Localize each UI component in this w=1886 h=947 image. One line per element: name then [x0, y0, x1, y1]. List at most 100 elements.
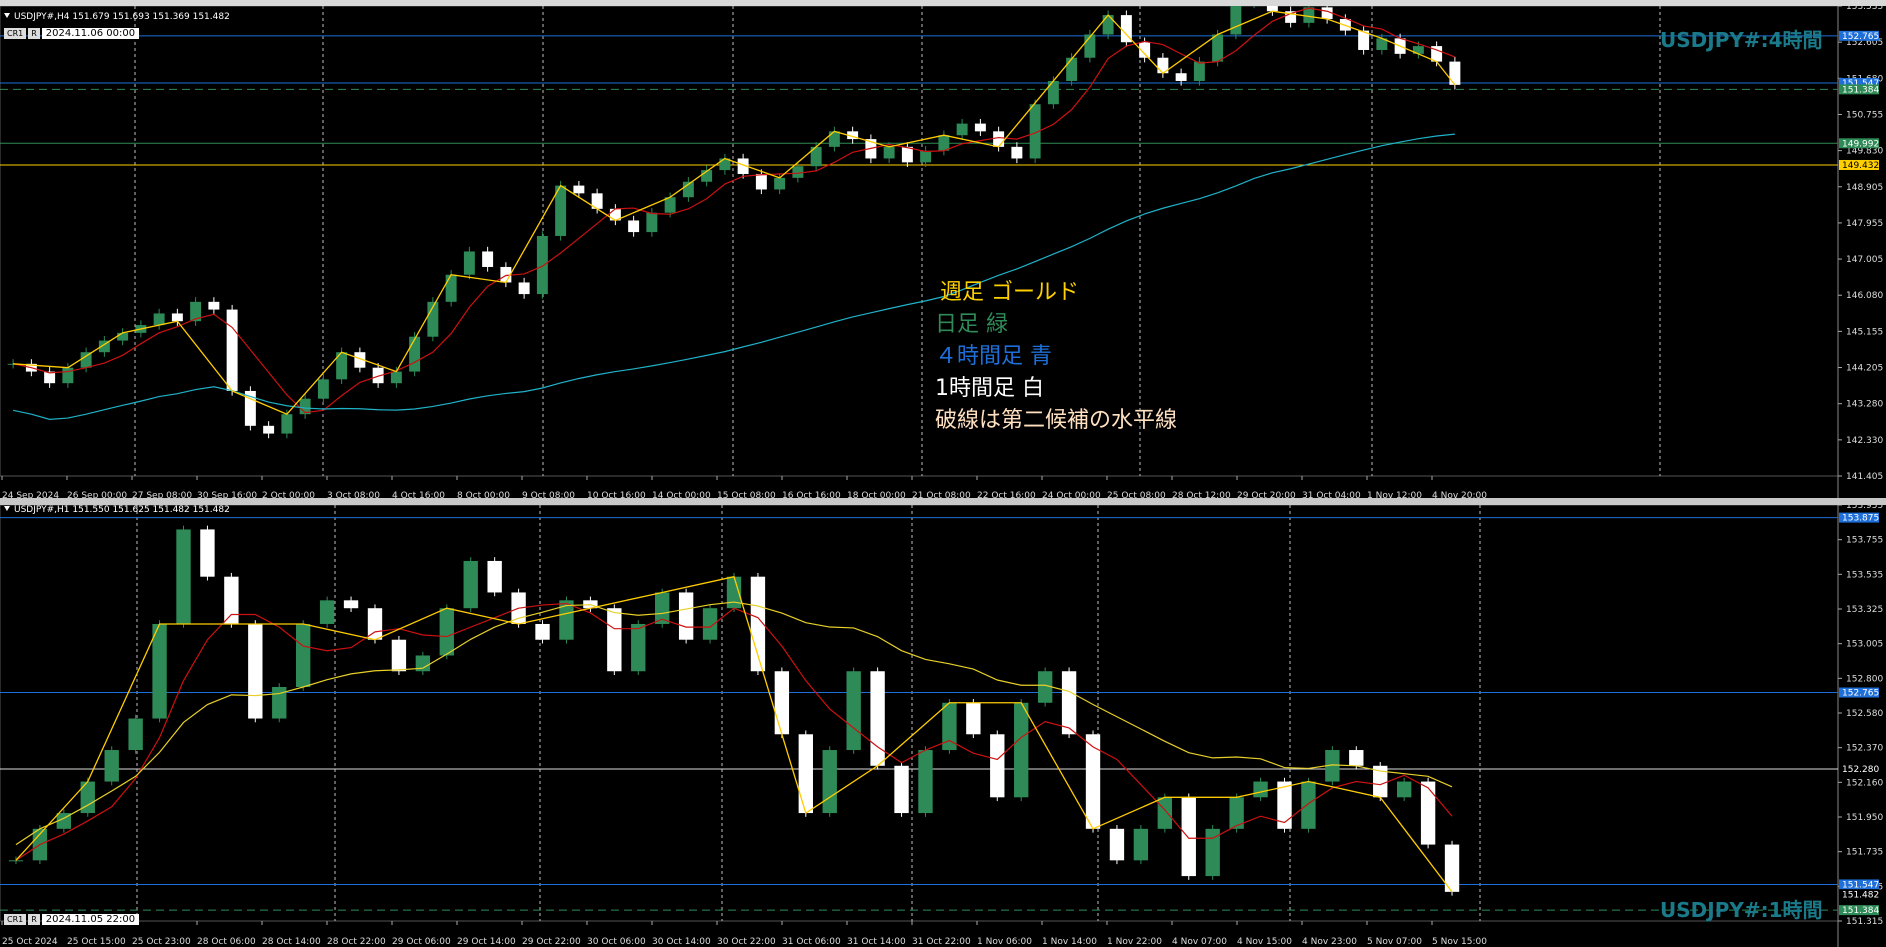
time-axis-label: 1 Nov 14:00: [1042, 937, 1097, 947]
candle-body: [8, 860, 24, 862]
price-tag-label: 151.384: [1842, 85, 1879, 95]
candle-body: [846, 671, 861, 751]
h1-chart-canvas[interactable]: 153.955 153.755 153.535 153.325 153.005 152.8…: [0, 505, 1886, 947]
price-tick-label: 151.735: [1846, 848, 1883, 858]
h4-toolbar: CR1 R 2024.11.06 00:00: [4, 28, 140, 39]
candle-body: [990, 734, 1005, 798]
time-axis-label: 25 Oct 15:00: [67, 937, 126, 947]
collapse-triangle-icon[interactable]: [4, 506, 10, 511]
candle-body: [1230, 6, 1242, 35]
candle-body: [1011, 146, 1023, 159]
price-tick-label: 148.905: [1846, 183, 1883, 193]
candle-body: [1133, 828, 1149, 861]
price-tick-label: 152.370: [1846, 744, 1883, 754]
collapse-triangle-icon[interactable]: [4, 13, 10, 18]
candle-body: [171, 313, 183, 322]
candle-body: [974, 123, 986, 132]
time-axis-label: 28 Oct 06:00: [197, 937, 256, 947]
candle-body: [938, 135, 950, 151]
candle-body: [152, 623, 167, 719]
candle-body: [1396, 781, 1412, 798]
time-axis-label: 29 Oct 22:00: [522, 937, 581, 947]
candle-body: [117, 332, 129, 341]
h4-symbol-label: USDJPY#:4時間: [1660, 28, 1823, 52]
candle-body: [918, 750, 933, 814]
price-tag-label: 152.765: [1842, 689, 1879, 699]
candle-body: [1301, 781, 1316, 829]
price-tag-label: 152.765: [1842, 32, 1879, 42]
price-tick-label: 153.755: [1846, 536, 1883, 546]
candle-body: [1420, 781, 1436, 845]
candle-body: [226, 309, 238, 391]
time-axis-label: 4 Nov 15:00: [1237, 937, 1292, 947]
candle-body: [1066, 57, 1078, 81]
h1-chart-header: USDJPY#,H1 151.550 151.625 151.482 151.4…: [4, 505, 230, 515]
price-tag-label: 151.547: [1842, 880, 1879, 890]
candle-body: [482, 251, 494, 267]
candle-body: [1349, 750, 1364, 766]
candle-body: [774, 177, 786, 190]
h1-r-button[interactable]: R: [28, 914, 40, 925]
candle-body: [993, 131, 1005, 147]
price-tick-label: 152.580: [1846, 709, 1883, 719]
h1-time-box[interactable]: 2024.11.05 22:00: [41, 914, 140, 925]
candle-body: [1266, 6, 1278, 12]
candle-body: [822, 750, 837, 814]
candle-body: [559, 600, 574, 640]
zigzag-line: [15, 575, 1453, 893]
legend-dashed-note: 破線は第二候補の水平線: [935, 408, 1178, 433]
candle-body: [894, 765, 909, 814]
price-tag-label: 151.384: [1842, 906, 1879, 916]
price-tick-label: 141.405: [1846, 472, 1883, 482]
candle-body: [200, 529, 215, 577]
time-axis-label: 1 Nov 22:00: [1107, 937, 1162, 947]
h4-r-button[interactable]: R: [28, 28, 40, 39]
candle-body: [343, 600, 359, 609]
candle-body: [518, 282, 530, 295]
h1-cr-button[interactable]: CR1: [4, 914, 27, 925]
price-tag-label: 153.875: [1842, 514, 1879, 524]
candle-body: [607, 608, 622, 672]
h1-toolbar: CR1 R 2024.11.05 22:00: [4, 914, 140, 925]
price-tick-label: 147.955: [1846, 219, 1883, 229]
candle-body: [774, 671, 790, 735]
price-tag-label: 152.280: [1842, 765, 1879, 775]
price-tick-label: 150.755: [1846, 110, 1883, 120]
time-axis-label: 4 Nov 07:00: [1172, 937, 1227, 947]
candle-body: [646, 212, 658, 233]
h4-time-box[interactable]: 2024.11.06 00:00: [41, 28, 140, 39]
price-tag-label: 149.432: [1842, 161, 1879, 171]
h4-chart-header: USDJPY#,H4 151.679 151.693 151.369 151.4…: [4, 12, 230, 22]
candle-body: [296, 623, 311, 687]
price-tick-label: 153.005: [1846, 640, 1883, 650]
price-tick-label: 142.330: [1846, 436, 1883, 446]
candle-body: [463, 251, 475, 275]
candle-body: [1047, 80, 1059, 105]
candle-body: [409, 336, 421, 372]
h4-cr-button[interactable]: CR1: [4, 28, 27, 39]
price-tick-label: 147.005: [1846, 255, 1883, 265]
h4-header-text: USDJPY#,H4 151.679 151.693 151.369 151.4…: [14, 12, 230, 22]
pane-separator[interactable]: [0, 498, 1886, 505]
h1-chart-pane[interactable]: 153.955 153.755 153.535 153.325 153.005 152.8…: [0, 505, 1886, 947]
candle-body: [678, 592, 694, 640]
time-axis-label: 30 Oct 22:00: [717, 937, 776, 947]
candle-body: [702, 608, 718, 640]
candle-body: [901, 146, 913, 163]
time-axis-label: 5 Nov 07:00: [1367, 937, 1422, 947]
candle-body: [248, 623, 263, 719]
price-tick-label: 145.155: [1846, 327, 1883, 337]
time-axis-label: 31 Oct 22:00: [912, 937, 971, 947]
h4-chart-pane[interactable]: 153.535152.605151.680150.755149.830148.9…: [0, 6, 1886, 501]
time-axis-label: 30 Oct 14:00: [652, 937, 711, 947]
time-axis-label: 28 Oct 14:00: [262, 937, 321, 947]
candle-body: [1102, 15, 1114, 35]
price-tick-label: 143.280: [1846, 400, 1883, 410]
time-axis-label: 31 Oct 14:00: [847, 937, 906, 947]
time-axis-label: 1 Nov 06:00: [977, 937, 1032, 947]
price-tick-label: 152.800: [1846, 674, 1883, 684]
time-axis-label: 25 Oct 23:00: [132, 937, 191, 947]
price-tick-label: 153.535: [1846, 570, 1883, 580]
candle-body: [317, 379, 329, 399]
candle-body: [536, 235, 548, 295]
